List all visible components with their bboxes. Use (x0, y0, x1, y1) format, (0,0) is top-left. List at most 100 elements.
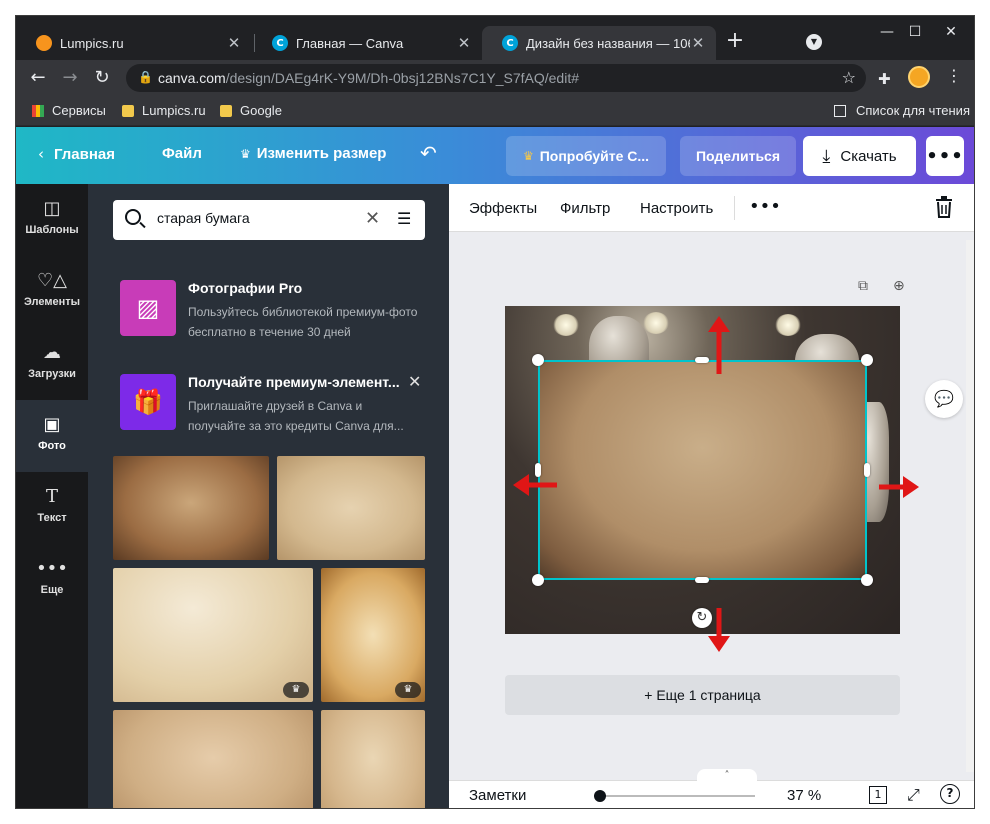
more-icon[interactable]: ••• (749, 196, 781, 217)
trash-icon[interactable] (935, 196, 953, 218)
help-icon[interactable]: ? (940, 784, 960, 804)
extensions-icon[interactable]: ✚ (878, 70, 891, 88)
zoom-slider[interactable] (595, 795, 755, 797)
photo-thumbnail[interactable]: ♛ (113, 568, 313, 702)
photo-thumbnail[interactable] (277, 456, 425, 560)
resize-handle[interactable] (861, 354, 873, 366)
photo-thumbnail[interactable]: ♛ (321, 568, 425, 702)
templates-icon: ◫ (43, 198, 61, 219)
adjust-button[interactable]: Настроить (640, 200, 713, 217)
arrow-left-annotation (513, 474, 557, 496)
add-page-button[interactable]: + Еще 1 страница (505, 675, 900, 715)
promo-description: Приглашайте друзей в Canva и получайте з… (188, 399, 404, 433)
new-tab-button[interactable]: + (723, 30, 747, 54)
duplicate-page-icon[interactable]: ⧉ (858, 278, 868, 294)
bookmark-services[interactable]: Сервисы (32, 103, 106, 118)
crown-icon: ♛ (240, 147, 251, 161)
clear-icon[interactable]: ✕ (365, 208, 380, 229)
file-menu-button[interactable]: Файл (162, 145, 202, 162)
toolbar-divider (734, 196, 735, 220)
lamp-light (775, 314, 801, 336)
resize-handle[interactable] (532, 574, 544, 586)
browser-toolbar: ← → ↻ 🔒 canva.com/design/DAEg4rK-Y9M/Dh-… (16, 60, 974, 96)
zoom-value[interactable]: 37 % (787, 787, 821, 804)
vertical-scrollbar[interactable] (966, 240, 974, 772)
resize-button[interactable]: ♛ Изменить размер (240, 145, 386, 162)
maximize-icon[interactable]: ☐ (900, 24, 930, 44)
reading-list-label: Список для чтения (856, 103, 970, 118)
close-icon[interactable]: ✕ (408, 372, 421, 391)
photo-icon: ▣ (43, 414, 61, 435)
context-toolbar: Эффекты Фильтр Настроить ••• (449, 184, 974, 232)
photo-thumbnail[interactable] (113, 710, 313, 808)
reload-icon[interactable]: ↻ (90, 66, 114, 90)
profile-avatar[interactable] (908, 66, 930, 88)
photo-panel: ✕ ☰ ▨ Фотографии Pro Пользуйтесь библиот… (88, 184, 449, 808)
effects-button[interactable]: Эффекты (469, 200, 537, 217)
bookmark-google[interactable]: Google (220, 103, 282, 118)
rail-photo[interactable]: ▣ Фото (16, 400, 88, 472)
try-pro-button[interactable]: ♛ Попробуйте С... (506, 136, 666, 176)
tab-canva-design[interactable]: C Дизайн без названия — 1066 ✕ (482, 26, 716, 60)
folder-icon (122, 104, 134, 117)
rail-more[interactable]: ••• Еще (16, 544, 88, 616)
url-text: canva.com/design/DAEg4rK-Y9M/Dh-0bsj12BN… (158, 70, 579, 86)
zoom-slider-knob[interactable] (593, 790, 606, 802)
promo-description: Пользуйтесь библиотекой премиум-фото бес… (188, 305, 418, 339)
reading-list[interactable]: Список для чтения (834, 103, 970, 118)
resize-handle[interactable] (864, 463, 870, 477)
page-count-icon[interactable]: 1 (869, 786, 887, 804)
rail-uploads[interactable]: ☁ Загрузки (16, 328, 88, 400)
address-bar[interactable]: 🔒 canva.com/design/DAEg4rK-Y9M/Dh-0bsj12… (126, 64, 866, 92)
close-icon[interactable]: ✕ (690, 34, 706, 52)
filter-icon[interactable]: ☰ (397, 209, 411, 228)
try-pro-label: Попробуйте С... (539, 148, 650, 164)
fullscreen-icon[interactable]: ⤢ (907, 785, 920, 805)
promo-pro-photos[interactable]: ▨ Фотографии Pro Пользуйтесь библиотекой… (120, 280, 430, 350)
download-button[interactable]: ⤓ Скачать (803, 136, 916, 176)
text-icon: T (45, 486, 58, 507)
home-button[interactable]: ‹ Главная (38, 145, 115, 163)
bookmark-lumpics[interactable]: Lumpics.ru (122, 103, 206, 118)
rail-label: Еще (40, 584, 64, 596)
resize-handle[interactable] (532, 354, 544, 366)
notes-button[interactable]: Заметки (469, 787, 526, 804)
resize-handle[interactable] (695, 577, 709, 583)
tab-canva-home[interactable]: C Главная — Canva ✕ (252, 26, 482, 60)
close-icon[interactable]: ✕ (456, 34, 472, 52)
tab-title: Главная — Canva (296, 35, 404, 51)
canvas-area: Эффекты Фильтр Настроить ••• ⧉ ⊕ ↻ 💬 + Е… (449, 184, 974, 808)
footer-bar: ˄ Заметки 37 % 1 ⤢ ? (449, 769, 974, 808)
browser-menu-icon[interactable]: ⋮ (946, 66, 962, 85)
tab-lumpics[interactable]: Lumpics.ru ✕ (16, 26, 252, 60)
photo-thumbnail[interactable] (113, 456, 269, 560)
rail-templates[interactable]: ◫ Шаблоны (16, 184, 88, 256)
rail-text[interactable]: T Текст (16, 472, 88, 544)
gift-icon: 🎁 (120, 374, 176, 430)
rail-label: Загрузки (28, 368, 76, 380)
undo-icon[interactable]: ↶ (420, 141, 437, 165)
minimize-icon[interactable]: — (872, 24, 902, 44)
resize-label: Изменить размер (256, 145, 387, 162)
chevron-up-icon[interactable]: ˄ (697, 769, 757, 783)
uploads-icon: ☁ (43, 342, 61, 363)
promo-premium-elements[interactable]: 🎁 Получайте премиум-элемент... Приглашай… (120, 372, 430, 444)
more-options-button[interactable]: ••• (926, 136, 964, 176)
bookmark-star-icon[interactable]: ☆ (842, 68, 856, 87)
photo-thumbnail[interactable] (321, 710, 425, 808)
resize-handle[interactable] (861, 574, 873, 586)
tab-search-icon[interactable]: ▼ (806, 34, 822, 50)
crown-icon: ♛ (395, 682, 421, 698)
back-icon[interactable]: ← (26, 66, 50, 90)
rail-elements[interactable]: ♡△ Элементы (16, 256, 88, 328)
search-input[interactable] (157, 210, 357, 226)
window-close-icon[interactable]: ✕ (936, 24, 966, 44)
filter-button[interactable]: Фильтр (560, 200, 610, 217)
forward-icon[interactable]: → (58, 66, 82, 90)
share-button[interactable]: Поделиться (680, 136, 796, 176)
tab-strip: Lumpics.ru ✕ C Главная — Canva ✕ C Дизай… (16, 16, 974, 60)
canva-favicon: C (272, 35, 288, 51)
add-comment-icon[interactable]: 💬 (925, 380, 963, 418)
close-icon[interactable]: ✕ (226, 34, 242, 52)
add-page-icon[interactable]: ⊕ (893, 278, 905, 294)
